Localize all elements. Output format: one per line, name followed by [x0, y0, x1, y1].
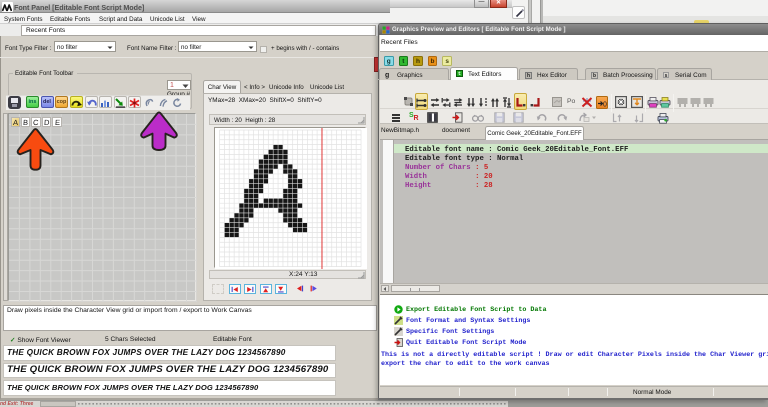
svg-text:0: 0: [603, 101, 607, 108]
